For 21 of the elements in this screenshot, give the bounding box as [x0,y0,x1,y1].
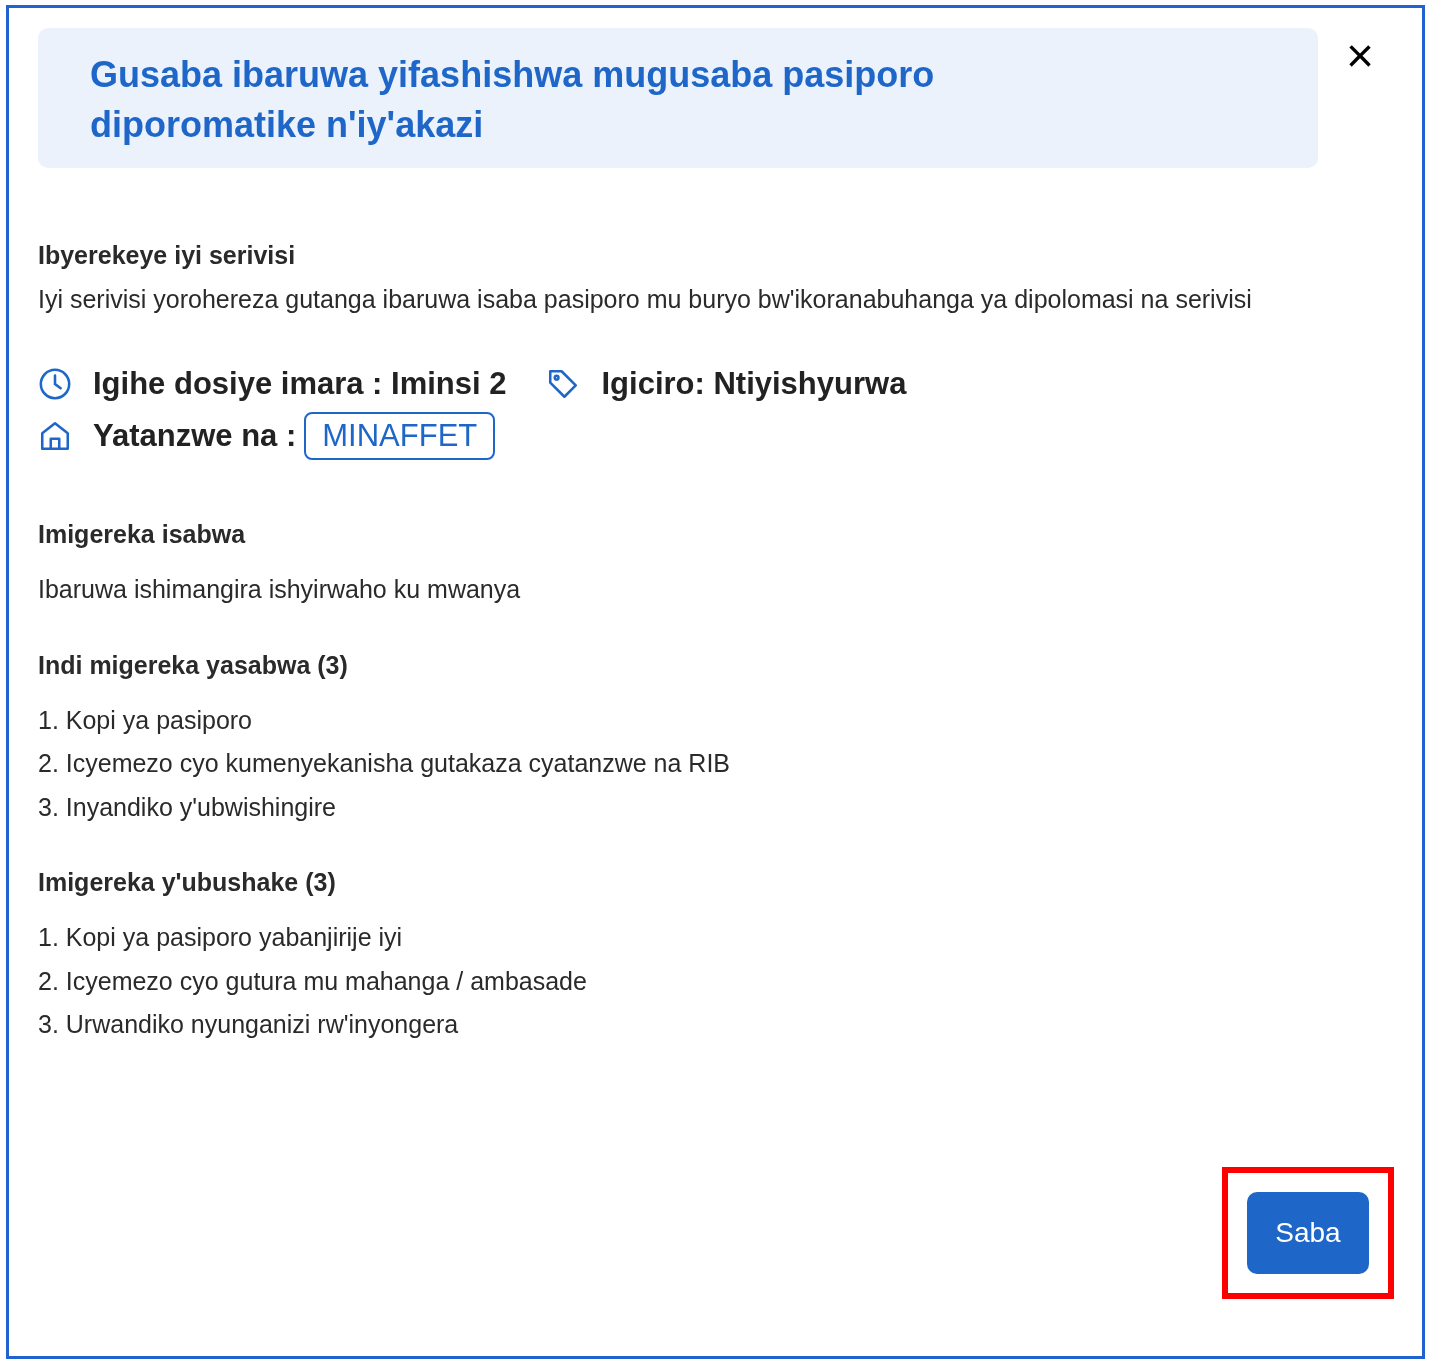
section-heading: Imigereka isabwa [38,519,247,550]
info-label: Igihe dosiye imara : Iminsi 2 [93,364,507,403]
info-label: Igiciro: Ntiyishyurwa [601,364,907,403]
list-item: 2. Icyemezo cyo gutura mu mahanga / ambasade [38,965,588,997]
section-heading: Ibyerekeye iyi serivisi [38,240,297,271]
list-item: 2. Icyemezo cyo kumenyekanisha gutakaza cyatanzwe na RIB [38,748,732,779]
list-item: 3. Inyandiko y'ubwishingire [38,791,337,823]
dialog-title: Gusaba ibaruwa yifashishwa mugusaba pasiporo diporomatike n'iy'akazi [90,53,936,147]
list-item: Ibaruwa ishimangira ishyirwaho ku mwanya [38,574,522,605]
close-button[interactable]: × [1340,32,1380,80]
section-heading: Indi migereka yasabwa (3) [38,649,349,681]
list-item: 3. Urwandiko nyunganizi rw'inyongera [38,1009,460,1040]
agency-badge: MINAFFET [304,412,496,460]
info-label: Yatanzwe na : [93,416,297,455]
section-heading: Imigereka y'ubushake (3) [38,867,337,898]
clock-icon [38,367,72,401]
list-item: 1. Kopi ya pasiporo yabanjirije iyi [38,922,404,953]
submit-button[interactable]: Saba [1247,1192,1369,1274]
description-text: Iyi serivisi yorohereza gutanga ibaruwa isaba pasiporo mu buryo bw'ikoranabuhanga ya dipolomasi na serivisi [38,284,1253,315]
list-item: 1. Kopi ya pasiporo [38,704,254,736]
home-icon [38,419,72,453]
